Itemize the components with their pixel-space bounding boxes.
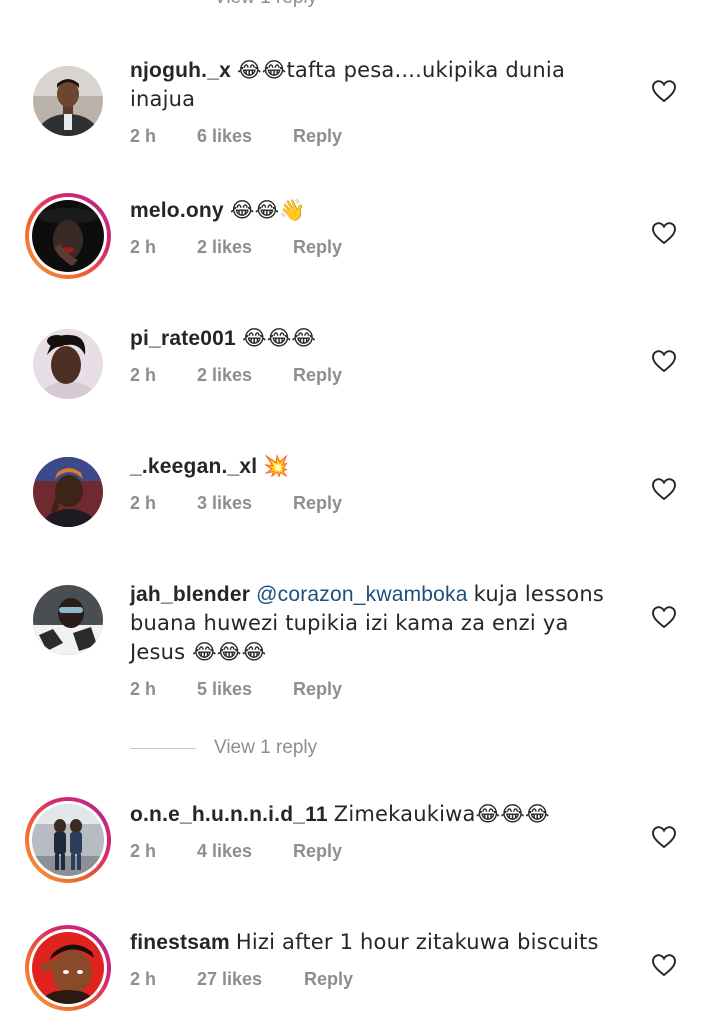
comment-body: 💥 <box>263 454 290 478</box>
reply-button[interactable]: Reply <box>293 126 342 147</box>
comment-timestamp: 2 h <box>130 237 157 257</box>
comment-username[interactable]: melo.ony <box>130 199 224 222</box>
heart-icon[interactable] <box>651 221 677 245</box>
heart-icon[interactable] <box>651 79 677 103</box>
comment-body: 😂😂👋 <box>229 198 306 222</box>
comment-timestamp: 2 h <box>130 493 157 513</box>
comment-likes-count[interactable]: 3 likes <box>197 493 293 514</box>
reply-button[interactable]: Reply <box>293 679 342 700</box>
comment-username[interactable]: pi_rate001 <box>130 327 236 350</box>
heart-icon[interactable] <box>651 953 677 977</box>
comment-text: finestsam Hizi after 1 hour zitakuwa bis… <box>130 928 630 957</box>
comment-username[interactable]: jah_blender <box>130 583 250 606</box>
comment-username[interactable]: o.n.e_h.u.n.n.i.d_11 <box>130 803 328 826</box>
comment-timestamp: 2 h <box>130 679 157 699</box>
heart-icon[interactable] <box>651 477 677 501</box>
comment-body: 😂😂😂 <box>241 326 317 350</box>
comment-username[interactable]: njoguh._x <box>130 59 231 82</box>
heart-icon[interactable] <box>651 605 677 629</box>
comment-likes-count[interactable]: 6 likes <box>197 126 293 147</box>
reply-button[interactable]: Reply <box>304 969 353 990</box>
comment-likes-count[interactable]: 27 likes <box>197 969 304 990</box>
heart-icon[interactable] <box>651 825 677 849</box>
reply-divider <box>130 747 196 749</box>
heart-icon[interactable] <box>651 349 677 373</box>
comment-timestamp: 2 h <box>130 969 157 989</box>
avatar[interactable] <box>25 577 111 663</box>
comment-timestamp: 2 h <box>130 365 157 385</box>
reply-button[interactable]: Reply <box>293 493 342 514</box>
view-replies-label: View 1 reply <box>214 0 317 9</box>
reply-button[interactable]: Reply <box>293 237 342 258</box>
comment-mention[interactable]: @corazon_kwamboka <box>256 583 467 606</box>
comment-text: njoguh._x 😂😂tafta pesa....ukipika dunia … <box>130 56 630 114</box>
comment-text: jah_blender @corazon_kwamboka kuja lesso… <box>130 580 630 667</box>
avatar[interactable] <box>25 193 111 279</box>
view-replies-label: View 1 reply <box>214 737 318 758</box>
comment-body: Hizi after 1 hour zitakuwa biscuits <box>235 930 599 954</box>
comment-body: Zimekaukiwa😂😂😂 <box>333 802 550 826</box>
comment-text: pi_rate001 😂😂😂 <box>130 324 630 353</box>
avatar[interactable] <box>25 58 111 144</box>
reply-button[interactable]: Reply <box>293 365 342 386</box>
comment-text: o.n.e_h.u.n.n.i.d_11 Zimekaukiwa😂😂😂 <box>130 800 630 829</box>
avatar[interactable] <box>25 449 111 535</box>
view-replies-link-top[interactable]: View 1 reply <box>130 0 317 8</box>
comment-likes-count[interactable]: 2 likes <box>197 237 293 258</box>
comment-likes-count[interactable]: 5 likes <box>197 679 293 700</box>
comment-likes-count[interactable]: 4 likes <box>197 841 293 862</box>
comment-timestamp: 2 h <box>130 841 157 861</box>
comment-text: _.keegan._xl 💥 <box>130 452 630 481</box>
comment-text: melo.ony 😂😂👋 <box>130 196 630 225</box>
comment-timestamp: 2 h <box>130 126 157 146</box>
comment-username[interactable]: finestsam <box>130 931 230 954</box>
view-replies-link[interactable]: View 1 reply <box>130 736 317 760</box>
comment-username[interactable]: _.keegan._xl <box>130 455 257 478</box>
avatar[interactable] <box>25 925 111 1011</box>
reply-button[interactable]: Reply <box>293 841 342 862</box>
avatar[interactable] <box>25 797 111 883</box>
avatar[interactable] <box>25 321 111 407</box>
comment-likes-count[interactable]: 2 likes <box>197 365 293 386</box>
